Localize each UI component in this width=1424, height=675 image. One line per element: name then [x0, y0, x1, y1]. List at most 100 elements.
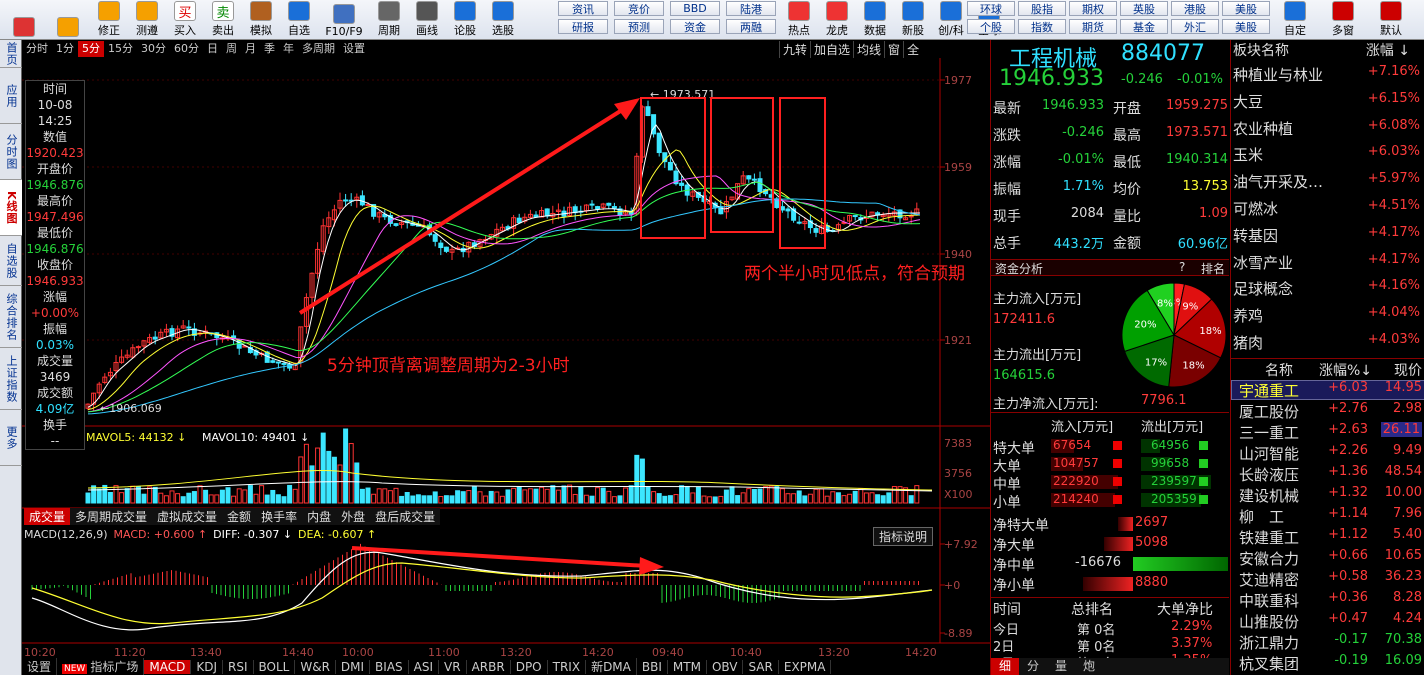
toolbar-button2-1[interactable]: 龙虎	[820, 0, 854, 40]
stock-name[interactable]: 建设机械	[1239, 485, 1299, 506]
info-tab-3[interactable]: 炮	[1075, 658, 1103, 675]
sector-name[interactable]: 猪肉	[1233, 332, 1263, 353]
fund-rank-button[interactable]: 排名	[1201, 260, 1225, 277]
toolbar-button-5[interactable]: 卖卖出	[206, 0, 240, 40]
toolbar-pill-bottom-0[interactable]: 研报	[558, 19, 608, 34]
toolbar-button3-0[interactable]: 自定	[1273, 0, 1317, 40]
toolbar-button-1[interactable]	[48, 0, 88, 40]
bottom-tab-14[interactable]: 新DMA	[586, 658, 637, 675]
period-tab-12[interactable]: 设置	[339, 41, 369, 57]
indicator-tab-6[interactable]: 外盘	[336, 508, 370, 525]
indicator-tab-1[interactable]: 多周期成交量	[70, 508, 152, 525]
toolbar-button-10[interactable]: 画线	[410, 0, 444, 40]
period-tab-0[interactable]: 分时	[22, 41, 52, 57]
toolbar-pill-bottom-2[interactable]: 资金	[670, 19, 720, 34]
stock-name[interactable]: 杭叉集团	[1239, 653, 1299, 674]
bottom-tab-5[interactable]: BOLL	[254, 659, 296, 674]
chart-tool-0[interactable]: 九转	[779, 40, 810, 58]
sector-name[interactable]: 足球概念	[1233, 278, 1293, 299]
toolbar-pill-bottom-1[interactable]: 预测	[614, 19, 664, 34]
market-pill-bottom-4[interactable]: 外汇	[1171, 19, 1219, 34]
stock-head-change[interactable]: 涨幅%↓	[1319, 360, 1372, 380]
left-tab-0[interactable]: 首页	[0, 40, 22, 68]
info-tab-2[interactable]: 量	[1047, 658, 1075, 675]
period-tab-11[interactable]: 多周期	[298, 41, 339, 57]
market-pill-bottom-2[interactable]: 期货	[1069, 19, 1117, 34]
left-tab-5[interactable]: 综合排名	[0, 286, 22, 348]
info-tab-0[interactable]: 细	[991, 658, 1020, 675]
chart-tool-1[interactable]: 加自选	[810, 40, 853, 58]
indicator-tab-0[interactable]: 成交量	[24, 508, 71, 525]
toolbar-button-12[interactable]: 选股	[486, 0, 520, 40]
period-tab-10[interactable]: 年	[279, 41, 298, 57]
market-pill-bottom-0[interactable]: 个股	[967, 19, 1015, 34]
stock-name[interactable]: 铁建重工	[1239, 527, 1299, 548]
period-tab-4[interactable]: 30分	[137, 41, 170, 57]
toolbar-button-11[interactable]: 论股	[448, 0, 482, 40]
sector-head-change[interactable]: 涨幅 ↓	[1366, 40, 1410, 60]
left-tab-2[interactable]: 分时图	[0, 124, 22, 180]
stock-name[interactable]: 三一重工	[1239, 422, 1299, 443]
sector-name[interactable]: 油气开采及…	[1233, 171, 1323, 192]
toolbar-button2-2[interactable]: 数据	[858, 0, 892, 40]
toolbar-button-2[interactable]: 修正	[92, 0, 126, 40]
chart-tool-2[interactable]: 均线	[853, 40, 884, 58]
stock-name[interactable]: 安徽合力	[1239, 548, 1299, 569]
stock-name[interactable]: 山推股份	[1239, 611, 1299, 632]
toolbar-pill-top-3[interactable]: 陆港	[726, 1, 776, 16]
bottom-tab-6[interactable]: W&R	[295, 659, 336, 674]
indicator-tab-2[interactable]: 虚拟成交量	[152, 508, 222, 525]
market-pill-bottom-1[interactable]: 指数	[1018, 19, 1066, 34]
indicator-tab-7[interactable]: 盘后成交量	[370, 508, 440, 525]
bottom-tab-0[interactable]: 设置	[22, 658, 58, 675]
sector-name[interactable]: 养鸡	[1233, 305, 1263, 326]
sector-name[interactable]: 种植业与林业	[1233, 64, 1323, 85]
market-pill-top-2[interactable]: 期权	[1069, 1, 1117, 16]
toolbar-pill-bottom-3[interactable]: 两融	[726, 19, 776, 34]
market-pill-bottom-5[interactable]: 美股	[1222, 19, 1270, 34]
left-tab-6[interactable]: 上证指数	[0, 348, 22, 410]
stock-name[interactable]: 浙江鼎力	[1239, 632, 1299, 653]
market-pill-top-3[interactable]: 英股	[1120, 1, 1168, 16]
stock-name[interactable]: 长龄液压	[1239, 464, 1299, 485]
toolbar-button2-4[interactable]: 创/科	[934, 0, 968, 40]
indicator-tab-5[interactable]: 内盘	[302, 508, 336, 525]
period-tab-3[interactable]: 15分	[104, 41, 137, 57]
toolbar-button2-3[interactable]: 新股	[896, 0, 930, 40]
sector-name[interactable]: 农业种植	[1233, 118, 1293, 139]
bottom-tab-10[interactable]: VR	[439, 659, 467, 674]
bottom-tab-2[interactable]: MACD	[144, 659, 192, 674]
left-tab-4[interactable]: 自选股	[0, 236, 22, 286]
toolbar-button-8[interactable]: F10/F9	[320, 0, 368, 40]
left-tab-7[interactable]: 更多	[0, 410, 22, 466]
sector-name[interactable]: 转基因	[1233, 225, 1278, 246]
stock-name[interactable]: 厦工股份	[1239, 401, 1299, 422]
stock-name[interactable]: 艾迪精密	[1239, 569, 1299, 590]
stock-name[interactable]: 宇通重工	[1239, 380, 1299, 401]
market-pill-bottom-3[interactable]: 基金	[1120, 19, 1168, 34]
market-pill-top-4[interactable]: 港股	[1171, 1, 1219, 16]
sector-name[interactable]: 冰雪产业	[1233, 252, 1293, 273]
toolbar-button-3[interactable]: 测遵	[130, 0, 164, 40]
bottom-tab-7[interactable]: DMI	[336, 659, 371, 674]
toolbar-button-6[interactable]: 模拟	[244, 0, 278, 40]
toolbar-button-9[interactable]: 周期	[372, 0, 406, 40]
period-tab-9[interactable]: 季	[260, 41, 279, 57]
period-tab-8[interactable]: 月	[241, 41, 260, 57]
market-pill-top-5[interactable]: 美股	[1222, 1, 1270, 16]
chart-tool-3[interactable]: 窗	[884, 40, 903, 58]
bottom-tab-19[interactable]: EXPMA	[779, 659, 832, 674]
period-tab-5[interactable]: 60分	[170, 41, 203, 57]
bottom-tab-11[interactable]: ARBR	[467, 659, 511, 674]
bottom-tab-1[interactable]: NEW 指标广场	[57, 658, 145, 675]
toolbar-button2-0[interactable]: 热点	[782, 0, 816, 40]
indicator-tab-3[interactable]: 金额	[222, 508, 256, 525]
bottom-tab-13[interactable]: TRIX	[548, 659, 587, 674]
bottom-tab-8[interactable]: BIAS	[370, 659, 409, 674]
sector-name[interactable]: 大豆	[1233, 91, 1263, 112]
period-tab-1[interactable]: 1分	[52, 41, 78, 57]
bottom-tab-9[interactable]: ASI	[409, 659, 440, 674]
toolbar-button-7[interactable]: 自选	[282, 0, 316, 40]
info-tab-1[interactable]: 分	[1019, 658, 1047, 675]
bottom-tab-15[interactable]: BBI	[637, 659, 668, 674]
